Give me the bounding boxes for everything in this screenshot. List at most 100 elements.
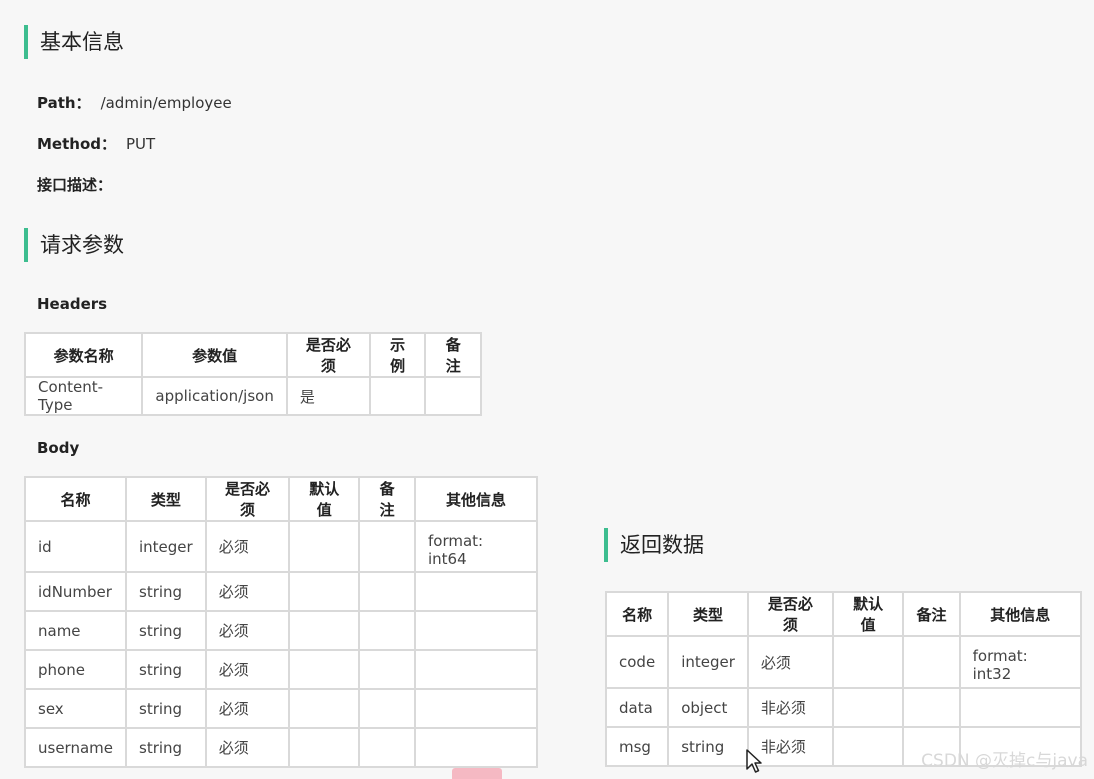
response-table-header: 名称 类型 是否必须 默认值 备注 其他信息 (604, 591, 1083, 637)
table-cell (288, 610, 361, 651)
table-cell (902, 687, 961, 728)
path-label: Path： (37, 94, 91, 112)
table-cell (288, 688, 361, 729)
table-cell (288, 649, 361, 690)
table-cell: username (24, 727, 127, 768)
mouse-cursor-icon (746, 749, 762, 773)
table-cell (831, 635, 905, 689)
table-cell (902, 635, 961, 689)
table-header-cell: 示例 (368, 332, 427, 378)
table-header-cell: 默认值 (831, 591, 905, 637)
table-header-cell: 其他信息 (413, 476, 539, 522)
table-header-cell: 类型 (667, 591, 749, 637)
table-cell (368, 376, 427, 416)
table-cell (958, 687, 1083, 728)
table-cell: 必须 (746, 635, 834, 689)
table-cell: 必须 (204, 520, 291, 573)
table-cell: format: int32 (958, 635, 1083, 689)
method-field: Method： PUT (37, 133, 155, 154)
table-cell (413, 688, 539, 729)
table-cell: integer (125, 520, 207, 573)
table-cell (413, 610, 539, 651)
table-cell: data (604, 687, 670, 728)
table-header-cell: 名称 (24, 476, 127, 522)
table-cell: name (24, 610, 127, 651)
table-cell: string (125, 727, 207, 768)
table-header-cell: 是否必须 (746, 591, 834, 637)
table-cell: 必须 (204, 610, 291, 651)
table-cell: sex (24, 688, 127, 729)
table-header-cell: 备注 (902, 591, 961, 637)
description-field: 接口描述： (37, 174, 112, 195)
headers-title: Headers (37, 295, 108, 313)
response-title: 返回数据 (604, 528, 704, 562)
table-header-cell: 参数名称 (23, 332, 144, 378)
table-row: phone string 必须 (24, 649, 539, 690)
table-header-cell: 备注 (424, 332, 482, 378)
method-label: Method： (37, 135, 116, 153)
table-cell (358, 610, 416, 651)
path-value: /admin/employee (100, 94, 232, 112)
table-cell (358, 520, 416, 573)
watermark: CSDN @灭掉c与java (921, 751, 1088, 771)
table-row: id integer 必须 format: int64 (24, 520, 539, 573)
table-cell: 必须 (204, 571, 291, 612)
partial-red-tab (452, 768, 502, 779)
table-header-cell: 是否必须 (204, 476, 291, 522)
table-cell (413, 571, 539, 612)
table-cell: 必须 (204, 688, 291, 729)
table-cell (358, 571, 416, 612)
table-cell: 必须 (204, 649, 291, 690)
table-cell: 是 (285, 376, 371, 416)
table-cell: idNumber (24, 571, 127, 612)
request-params-title: 请求参数 (24, 228, 124, 262)
table-cell: string (125, 571, 207, 612)
table-row: idNumber string 必须 (24, 571, 539, 612)
table-cell (413, 649, 539, 690)
table-cell (424, 376, 482, 416)
table-cell (288, 571, 361, 612)
path-field: Path： /admin/employee (37, 92, 232, 113)
table-cell: msg (604, 726, 670, 767)
table-cell: integer (667, 635, 749, 689)
table-cell: code (604, 635, 670, 689)
table-cell (288, 520, 361, 573)
table-header-cell: 是否必须 (285, 332, 371, 378)
body-table: 名称 类型 是否必须 默认值 备注 其他信息 id integer 必须 for… (24, 476, 539, 768)
body-table-header: 名称 类型 是否必须 默认值 备注 其他信息 (24, 476, 539, 522)
headers-table: 参数名称 参数值 是否必须 示例 备注 Content-Type applica… (23, 332, 482, 416)
table-cell (831, 687, 905, 728)
table-cell: Content-Type (23, 376, 144, 416)
table-cell: application/json (141, 376, 288, 416)
table-cell: string (125, 649, 207, 690)
table-header-cell: 类型 (125, 476, 207, 522)
headers-table-header: 参数名称 参数值 是否必须 示例 备注 (23, 332, 482, 378)
table-row: data object 非必须 (604, 687, 1083, 728)
table-row: username string 必须 (24, 727, 539, 768)
table-cell: format: int64 (413, 520, 539, 573)
table-cell (358, 688, 416, 729)
table-cell (358, 649, 416, 690)
basic-info-title: 基本信息 (24, 25, 124, 59)
table-cell: phone (24, 649, 127, 690)
table-cell: 非必须 (746, 687, 834, 728)
table-cell (831, 726, 905, 767)
method-value: PUT (126, 135, 156, 153)
table-row: sex string 必须 (24, 688, 539, 729)
table-cell: object (667, 687, 749, 728)
table-header-cell: 其他信息 (958, 591, 1083, 637)
table-cell: string (125, 688, 207, 729)
table-cell (413, 727, 539, 768)
table-header-cell: 参数值 (141, 332, 288, 378)
table-row: code integer 必须 format: int32 (604, 635, 1083, 689)
table-row: Content-Type application/json 是 (23, 376, 482, 416)
response-table: 名称 类型 是否必须 默认值 备注 其他信息 code integer 必须 f… (604, 591, 1083, 767)
table-cell: 必须 (204, 727, 291, 768)
table-cell: string (667, 726, 749, 767)
table-header-cell: 默认值 (288, 476, 361, 522)
table-header-cell: 备注 (358, 476, 416, 522)
table-cell: id (24, 520, 127, 573)
table-cell (358, 727, 416, 768)
body-title: Body (37, 439, 80, 457)
table-cell (288, 727, 361, 768)
